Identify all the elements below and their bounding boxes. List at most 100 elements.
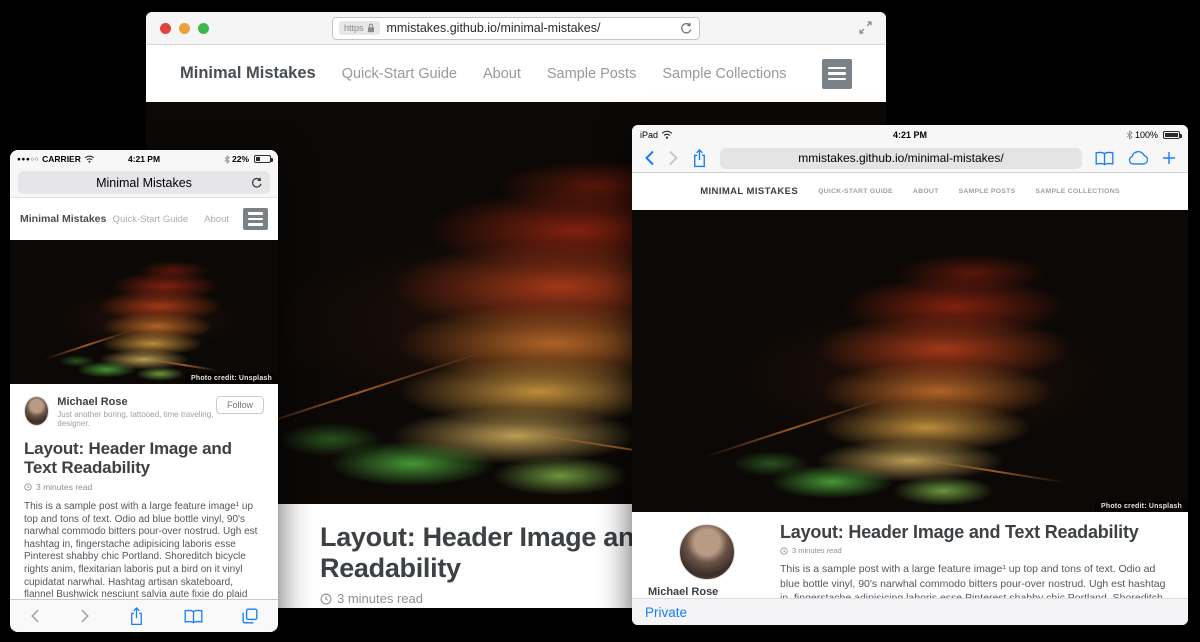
photo-credit-caption: Photo credit: Unsplash [185, 373, 278, 384]
ipad-clock: 4:21 PM [632, 130, 1188, 140]
fullscreen-button[interactable] [859, 21, 872, 34]
chevron-left-icon [30, 608, 40, 624]
new-tab-button[interactable] [1162, 151, 1176, 165]
clock-icon [24, 483, 32, 491]
close-window-button[interactable] [160, 23, 171, 34]
nav-link-quick-start-guide[interactable]: Quick-Start Guide [342, 66, 457, 82]
post-paragraph: This is a sample post with a large featu… [780, 562, 1172, 598]
nav-link-about[interactable]: About [204, 214, 229, 225]
post-title: Layout: Header Image and Text Readabilit… [24, 439, 264, 477]
read-time: 3 minutes read [36, 482, 92, 492]
desktop-url-text: mmistakes.github.io/minimal-mistakes/ [387, 21, 680, 35]
battery-percent: 22% [232, 154, 249, 164]
share-icon [692, 149, 707, 168]
reload-icon [680, 22, 693, 35]
site-brand-link[interactable]: Minimal Mistakes [700, 186, 798, 197]
ipad-site-nav: Minimal Mistakes Quick-Start Guide About… [632, 173, 1188, 210]
clock-icon [780, 547, 788, 555]
desktop-site-nav: Minimal Mistakes Quick-Start Guide About… [146, 45, 886, 102]
private-browsing-bar: Private [632, 598, 1188, 625]
reload-button[interactable] [251, 177, 263, 189]
device-label: iPad [640, 130, 658, 140]
follow-button[interactable]: Follow [216, 396, 264, 414]
plus-icon [1162, 151, 1176, 165]
nav-link-about[interactable]: About [483, 66, 521, 82]
clock-icon [320, 593, 332, 605]
ipad-status-left: iPad [640, 130, 673, 140]
site-brand-link[interactable]: Minimal Mistakes [180, 64, 316, 83]
iphone-safari-window: ●●●○○ CARRIER 4:21 PM 22% Minimal Mistak… [10, 150, 278, 632]
author-avatar [24, 396, 49, 426]
bluetooth-icon [224, 155, 230, 164]
post-main-column: Layout: Header Image and Text Readabilit… [766, 522, 1172, 598]
read-time: 3 minutes read [337, 591, 423, 606]
desktop-url-field[interactable]: https mmistakes.github.io/minimal-mistak… [332, 17, 700, 40]
post-header-image: Photo credit: Unsplash [632, 210, 1188, 512]
site-brand-link[interactable]: Minimal Mistakes [20, 213, 106, 225]
iphone-safari-toolbar [10, 599, 278, 632]
lock-icon [367, 23, 375, 33]
back-button[interactable] [644, 150, 655, 166]
iphone-url-row: Minimal Mistakes [10, 168, 278, 198]
back-button[interactable] [30, 608, 40, 624]
reload-button[interactable] [680, 22, 693, 35]
bluetooth-icon [1126, 130, 1133, 140]
ipad-url-field[interactable]: mmistakes.github.io/minimal-mistakes/ [720, 148, 1082, 169]
post-header-image: Photo credit: Unsplash [10, 240, 278, 384]
bookmarks-icon [1095, 151, 1114, 166]
ipad-url-text: mmistakes.github.io/minimal-mistakes/ [798, 151, 1003, 165]
read-time: 3 minutes read [792, 546, 842, 555]
expand-icon [859, 21, 872, 34]
minimize-window-button[interactable] [179, 23, 190, 34]
icloud-tabs-button[interactable] [1127, 151, 1149, 165]
tabs-icon [242, 608, 258, 624]
battery-percent: 100% [1135, 130, 1158, 140]
nav-link-quick-start-guide[interactable]: Quick-Start Guide [113, 214, 189, 225]
ipad-safari-window: iPad 4:21 PM 100% mmistakes.github.io/mi… [632, 125, 1188, 625]
battery-icon [1163, 131, 1180, 139]
share-button[interactable] [129, 607, 144, 626]
iphone-status-right: 22% [224, 154, 271, 164]
carrier-label: CARRIER [42, 154, 81, 164]
post-meta: 3 minutes read [780, 546, 1172, 555]
traffic-lights [160, 23, 209, 34]
forward-button[interactable] [80, 608, 90, 624]
post-meta: 3 minutes read [24, 482, 264, 492]
chevron-left-icon [644, 150, 655, 166]
author-avatar [679, 524, 735, 580]
iphone-url-text: Minimal Mistakes [96, 176, 192, 190]
ipad-safari-toolbar: mmistakes.github.io/minimal-mistakes/ [632, 144, 1188, 173]
iphone-status-bar: ●●●○○ CARRIER 4:21 PM 22% [10, 150, 278, 168]
author-row: Michael Rose Just another boring, tattoo… [24, 396, 264, 428]
post-title: Layout: Header Image and Text Readabilit… [780, 522, 1172, 543]
nav-link-sample-posts[interactable]: Sample Posts [959, 188, 1016, 195]
battery-icon [254, 155, 271, 163]
wifi-icon [661, 130, 673, 139]
iphone-post-content: Michael Rose Just another boring, tattoo… [10, 384, 278, 632]
hamburger-menu-icon[interactable] [243, 208, 268, 230]
nav-link-sample-posts[interactable]: Sample Posts [547, 66, 636, 82]
https-badge: https [339, 21, 380, 35]
chevron-right-icon [668, 150, 679, 166]
ipad-post-content: Michael Rose Just another boring, tattoo… [632, 512, 1188, 598]
author-name: Michael Rose [57, 396, 216, 408]
bookmarks-button[interactable] [184, 609, 203, 624]
hamburger-menu-icon[interactable] [822, 59, 852, 89]
nav-link-about[interactable]: About [913, 188, 939, 195]
nav-link-sample-collections[interactable]: Sample Collections [662, 66, 786, 82]
iphone-url-field[interactable]: Minimal Mistakes [18, 171, 270, 194]
author-bio: Just another boring, tattooed, time trav… [57, 410, 216, 428]
zoom-window-button[interactable] [198, 23, 209, 34]
author-sidebar: Michael Rose Just another boring, tattoo… [648, 522, 766, 598]
photo-credit-caption: Photo credit: Unsplash [1095, 501, 1188, 512]
tabs-button[interactable] [242, 608, 258, 624]
private-browsing-toggle[interactable]: Private [645, 605, 687, 620]
ipad-status-bar: iPad 4:21 PM 100% [632, 125, 1188, 144]
share-icon [129, 607, 144, 626]
forward-button[interactable] [668, 150, 679, 166]
share-button[interactable] [692, 149, 707, 168]
nav-link-sample-collections[interactable]: Sample Collections [1035, 188, 1119, 195]
bookmarks-button[interactable] [1095, 151, 1114, 166]
nav-link-quick-start-guide[interactable]: Quick-Start Guide [818, 188, 893, 195]
iphone-site-nav: Minimal Mistakes Quick-Start Guide About [10, 198, 278, 240]
